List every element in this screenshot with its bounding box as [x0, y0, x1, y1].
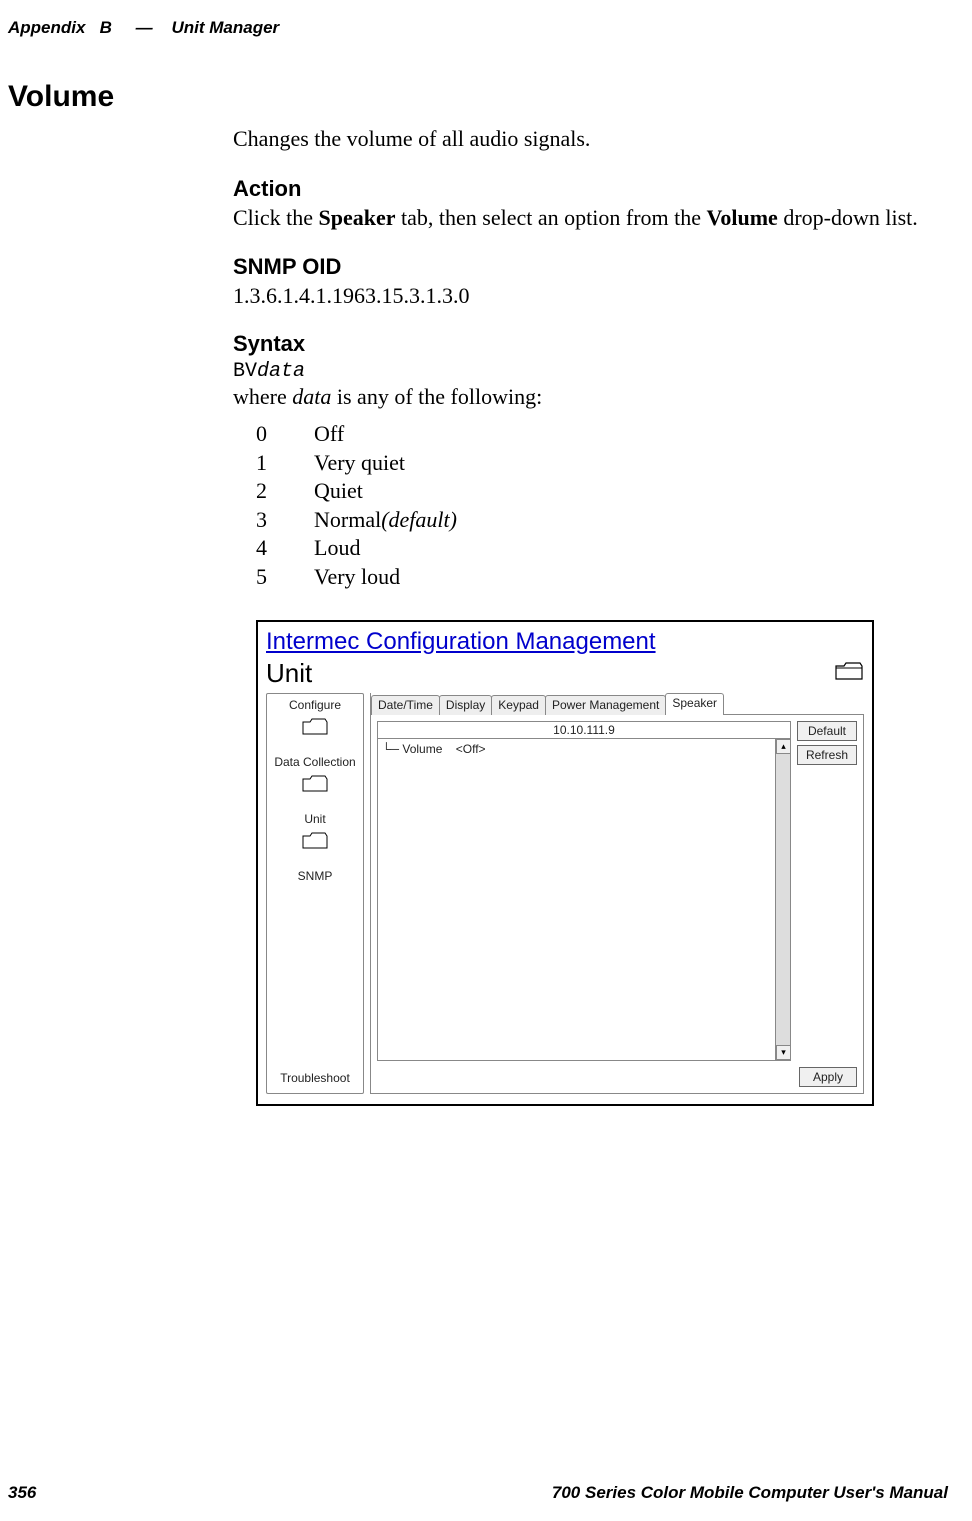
- tab-keypad[interactable]: Keypad: [491, 695, 546, 715]
- scrollbar[interactable]: ▴ ▾: [775, 739, 790, 1060]
- snmp-value: 1.3.6.1.4.1.1963.15.3.1.3.0: [233, 282, 932, 310]
- sidebar-item-configure[interactable]: Configure: [269, 698, 361, 743]
- apply-button[interactable]: Apply: [799, 1067, 857, 1087]
- section-heading: Volume: [8, 80, 932, 114]
- tab-date-time[interactable]: Date/Time: [371, 695, 440, 715]
- syntax-where: where data is any of the following:: [233, 384, 932, 410]
- folder-icon: [301, 773, 329, 795]
- tab-power-management[interactable]: Power Management: [545, 695, 666, 715]
- appendix-letter: B: [100, 18, 112, 37]
- sidebar-item-unit[interactable]: Unit: [269, 812, 361, 857]
- appendix-label: Appendix: [8, 18, 85, 37]
- screenshot-title[interactable]: Intermec Configuration Management: [266, 628, 864, 656]
- folder-icon: [834, 660, 864, 687]
- appendix-title: Unit Manager: [172, 18, 280, 37]
- action-text: Click the Speaker tab, then select an op…: [233, 204, 932, 232]
- section-intro: Changes the volume of all audio signals.: [233, 126, 932, 152]
- syntax-code: BVdata: [233, 359, 932, 384]
- config-screenshot: Intermec Configuration Management Unit C…: [256, 620, 874, 1106]
- refresh-button[interactable]: Refresh: [797, 745, 857, 765]
- tree-panel: 10.10.111.9 └─ Volume <Off> ▴ ▾: [377, 721, 791, 1061]
- sidebar-item-data-collection[interactable]: Data Collection: [269, 755, 361, 800]
- tree-header: 10.10.111.9: [378, 722, 790, 739]
- tabs: Date/Time Display Keypad Power Managemen…: [370, 693, 864, 715]
- book-title: 700 Series Color Mobile Computer User's …: [552, 1483, 948, 1503]
- syntax-values-list: 0Off 1Very quiet 2Quiet 3Normal (default…: [256, 420, 932, 592]
- sidebar-item-troubleshoot[interactable]: Troubleshoot: [269, 1067, 361, 1089]
- scroll-up-icon[interactable]: ▴: [776, 739, 791, 754]
- main-area: Date/Time Display Keypad Power Managemen…: [370, 693, 864, 1094]
- sidebar-item-snmp[interactable]: SNMP: [269, 869, 361, 883]
- folder-icon: [301, 830, 329, 852]
- action-buttons: Default Refresh: [797, 721, 857, 1061]
- snmp-heading: SNMP OID: [233, 254, 932, 280]
- action-heading: Action: [233, 176, 932, 202]
- sidebar: Configure Data Collection Unit SNMP Trou…: [266, 693, 364, 1094]
- tab-display[interactable]: Display: [439, 695, 492, 715]
- syntax-heading: Syntax: [233, 331, 932, 357]
- folder-icon: [301, 716, 329, 738]
- page-number: 356: [8, 1483, 36, 1503]
- separator: —: [136, 18, 153, 37]
- scroll-down-icon[interactable]: ▾: [776, 1045, 791, 1060]
- page-header: Appendix B — Unit Manager: [8, 18, 279, 38]
- screenshot-section-label: Unit: [266, 658, 312, 689]
- page-footer: 356 700 Series Color Mobile Computer Use…: [8, 1483, 948, 1503]
- default-button[interactable]: Default: [797, 721, 857, 741]
- tab-content: 10.10.111.9 └─ Volume <Off> ▴ ▾: [370, 714, 864, 1094]
- tab-speaker[interactable]: Speaker: [665, 693, 724, 715]
- tree-item-volume[interactable]: └─ Volume <Off>: [378, 739, 790, 759]
